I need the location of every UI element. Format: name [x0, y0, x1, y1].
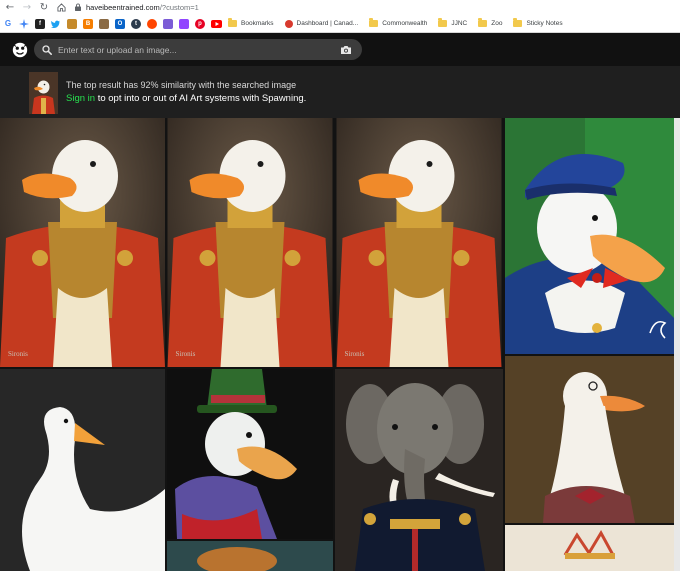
- back-icon[interactable]: ←: [3, 0, 17, 14]
- folder-icon[interactable]: [67, 18, 77, 29]
- result-goose-monocle[interactable]: [505, 356, 674, 523]
- search-input[interactable]: [58, 44, 340, 55]
- address-bar[interactable]: haveibeentrained.com/?custom=1: [74, 0, 199, 14]
- sparkle-icon[interactable]: [19, 18, 29, 29]
- watermark-text: Sironis: [345, 350, 365, 358]
- url-text: haveibeentrained.com/?custom=1: [86, 2, 199, 12]
- sign-in-link[interactable]: Sign in: [66, 93, 95, 104]
- similarity-notice: [0, 66, 680, 118]
- reddit-icon[interactable]: [147, 18, 157, 29]
- tumblr-icon[interactable]: t: [131, 18, 141, 29]
- opt-out-text: Sign in to opt into or out of AI Art sys…: [66, 93, 306, 104]
- search-image-thumbnail[interactable]: [29, 72, 58, 114]
- search-icon: [42, 44, 52, 55]
- result-duck-uniform-2[interactable]: Sironis: [167, 118, 333, 367]
- camera-upload-icon[interactable]: [340, 45, 352, 55]
- forward-icon[interactable]: →: [20, 0, 34, 14]
- bookmark-zoo[interactable]: Zoo: [478, 15, 502, 32]
- folder-icon: [513, 18, 523, 27]
- pinterest-icon[interactable]: p: [195, 18, 205, 29]
- app-header: [0, 33, 680, 66]
- google-icon[interactable]: G: [3, 18, 13, 29]
- bookmarks-bar: G f B O t p Bookmarks Dashboard | Canad.…: [0, 15, 680, 32]
- folder-icon: [369, 18, 379, 27]
- app-icon-grid[interactable]: [99, 18, 109, 29]
- result-elephant-uniform[interactable]: [335, 369, 503, 571]
- folder-icon: [438, 18, 448, 27]
- opt-out-rest: to opt into or out of AI Art systems wit…: [95, 93, 307, 104]
- result-duck-sailor[interactable]: [505, 118, 674, 354]
- app-icon-purple[interactable]: [163, 18, 173, 29]
- result-duck-uniform-1[interactable]: Sironis: [0, 118, 165, 367]
- outlook-icon[interactable]: O: [115, 18, 125, 29]
- bookmark-bookmarks[interactable]: Bookmarks: [228, 15, 274, 32]
- watermark-text: Sironis: [8, 350, 28, 358]
- twitch-icon[interactable]: [179, 18, 189, 29]
- watermark-text: Sironis: [176, 350, 196, 358]
- results-grid: Sironis Sironis Sironis: [0, 118, 680, 571]
- address-row: ← → ↻ haveibeentrained.com/?custom=1: [0, 0, 680, 14]
- folder-icon: [228, 18, 237, 27]
- folder-icon: [478, 18, 488, 27]
- blogger-icon[interactable]: B: [83, 18, 93, 29]
- result-duck-uniform-3[interactable]: Sironis: [335, 118, 503, 367]
- bookmark-dashboard[interactable]: Dashboard | Canad...: [284, 15, 358, 32]
- spawning-logo-icon[interactable]: [12, 42, 28, 58]
- app-icon-dark[interactable]: f: [35, 18, 45, 29]
- lock-icon: [75, 3, 81, 11]
- bookmark-jjnc[interactable]: JJNC: [438, 15, 467, 32]
- result-white-goose[interactable]: [0, 369, 165, 571]
- result-partial-bottom[interactable]: [167, 541, 333, 571]
- home-icon[interactable]: [54, 0, 68, 14]
- twitter-icon[interactable]: [51, 18, 61, 29]
- bookmark-commonwealth[interactable]: Commonwealth: [369, 15, 427, 32]
- browser-chrome: ← → ↻ haveibeentrained.com/?custom=1 G f…: [0, 0, 680, 33]
- similarity-text: The top result has 92% similarity with t…: [66, 80, 297, 90]
- bookmark-sticky-notes[interactable]: Sticky Notes: [513, 15, 563, 32]
- search-bar[interactable]: [34, 39, 362, 60]
- page-scrollbar[interactable]: [674, 118, 680, 571]
- result-partial-bottom-right[interactable]: [505, 525, 674, 571]
- youtube-icon[interactable]: [211, 19, 222, 28]
- dashboard-favicon-icon: [284, 19, 293, 28]
- result-duck-top-hat[interactable]: [167, 369, 333, 539]
- reload-icon[interactable]: ↻: [37, 0, 51, 14]
